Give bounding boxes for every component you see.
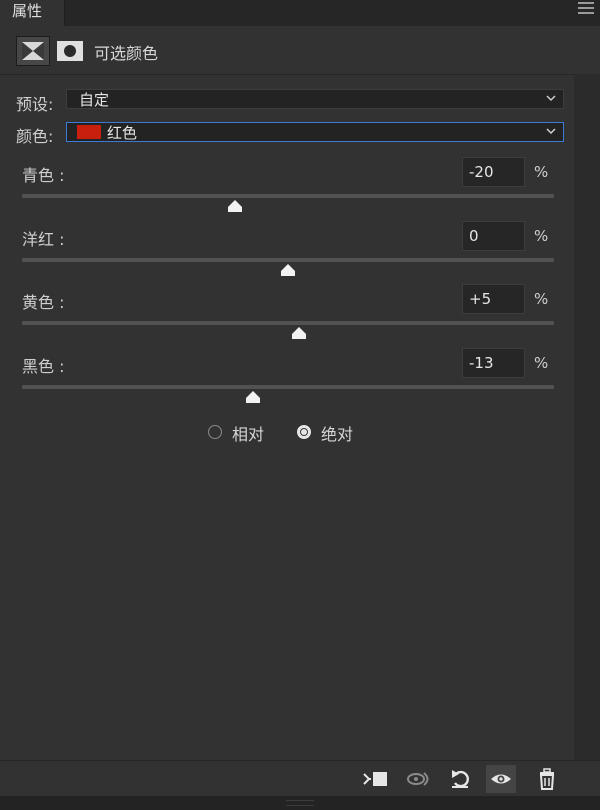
magenta-slider-thumb[interactable] xyxy=(280,263,296,277)
preset-label: 预设: xyxy=(16,95,54,114)
color-select[interactable]: 红色 xyxy=(66,122,564,142)
magenta-value-field[interactable]: 0 xyxy=(462,221,525,251)
bottom-toolbar xyxy=(0,760,600,797)
reset-icon[interactable] xyxy=(446,765,476,793)
black-slider-thumb[interactable] xyxy=(245,390,261,404)
black-slider-track[interactable] xyxy=(22,385,554,389)
panel-menu-icon[interactable] xyxy=(578,2,594,16)
yellow-slider-thumb[interactable] xyxy=(291,326,307,340)
layer-mask-icon[interactable] xyxy=(56,40,84,62)
chevron-down-icon xyxy=(546,128,556,135)
yellow-label: 黄色 : xyxy=(22,293,65,312)
panel-scrollbar[interactable] xyxy=(574,74,600,760)
black-percent-sign: % xyxy=(534,354,549,372)
cyan-value-field[interactable]: -20 xyxy=(462,157,525,187)
cyan-label: 青色 : xyxy=(22,166,65,185)
black-label: 黑色 : xyxy=(22,357,65,376)
preset-select[interactable]: 自定 xyxy=(66,89,564,109)
tab-properties[interactable]: 属性 xyxy=(0,0,64,26)
absolute-radio-label[interactable]: 绝对 xyxy=(321,421,353,445)
visibility-eye-icon[interactable] xyxy=(486,765,516,793)
view-previous-state-icon[interactable] xyxy=(404,765,434,793)
relative-radio[interactable] xyxy=(208,425,222,439)
color-swatch xyxy=(77,125,101,139)
panel-tab-bar: 属性 xyxy=(0,0,600,26)
cyan-slider-thumb[interactable] xyxy=(227,199,243,213)
panel-header: 可选颜色 xyxy=(0,26,600,75)
cyan-slider-track[interactable] xyxy=(22,194,554,198)
color-value: 红色 xyxy=(107,124,138,142)
chevron-down-icon xyxy=(546,95,556,102)
magenta-label: 洋红 : xyxy=(22,230,65,249)
properties-panel: 属性 可选颜色 预设: 自定 颜色: 红色 青色: -20 % 洋红: 0 … xyxy=(0,0,600,810)
cyan-percent-sign: % xyxy=(534,163,549,181)
yellow-slider-track[interactable] xyxy=(22,321,554,325)
clip-to-layer-icon[interactable] xyxy=(360,765,390,793)
preset-value: 自定 xyxy=(79,91,110,109)
yellow-percent-sign: % xyxy=(534,290,549,308)
absolute-radio[interactable] xyxy=(297,425,311,439)
yellow-value-field[interactable]: +5 xyxy=(462,284,525,314)
tab-divider xyxy=(64,0,65,26)
relative-radio-label[interactable]: 相对 xyxy=(232,421,264,445)
color-label: 颜色: xyxy=(16,127,54,146)
resize-grip-icon[interactable] xyxy=(286,800,314,806)
black-value-field[interactable]: -13 xyxy=(462,348,525,378)
trash-icon[interactable] xyxy=(532,765,562,793)
adjustment-layer-icon[interactable] xyxy=(16,36,50,66)
magenta-percent-sign: % xyxy=(534,227,549,245)
panel-title: 可选颜色 xyxy=(94,44,159,63)
magenta-slider-track[interactable] xyxy=(22,258,554,262)
